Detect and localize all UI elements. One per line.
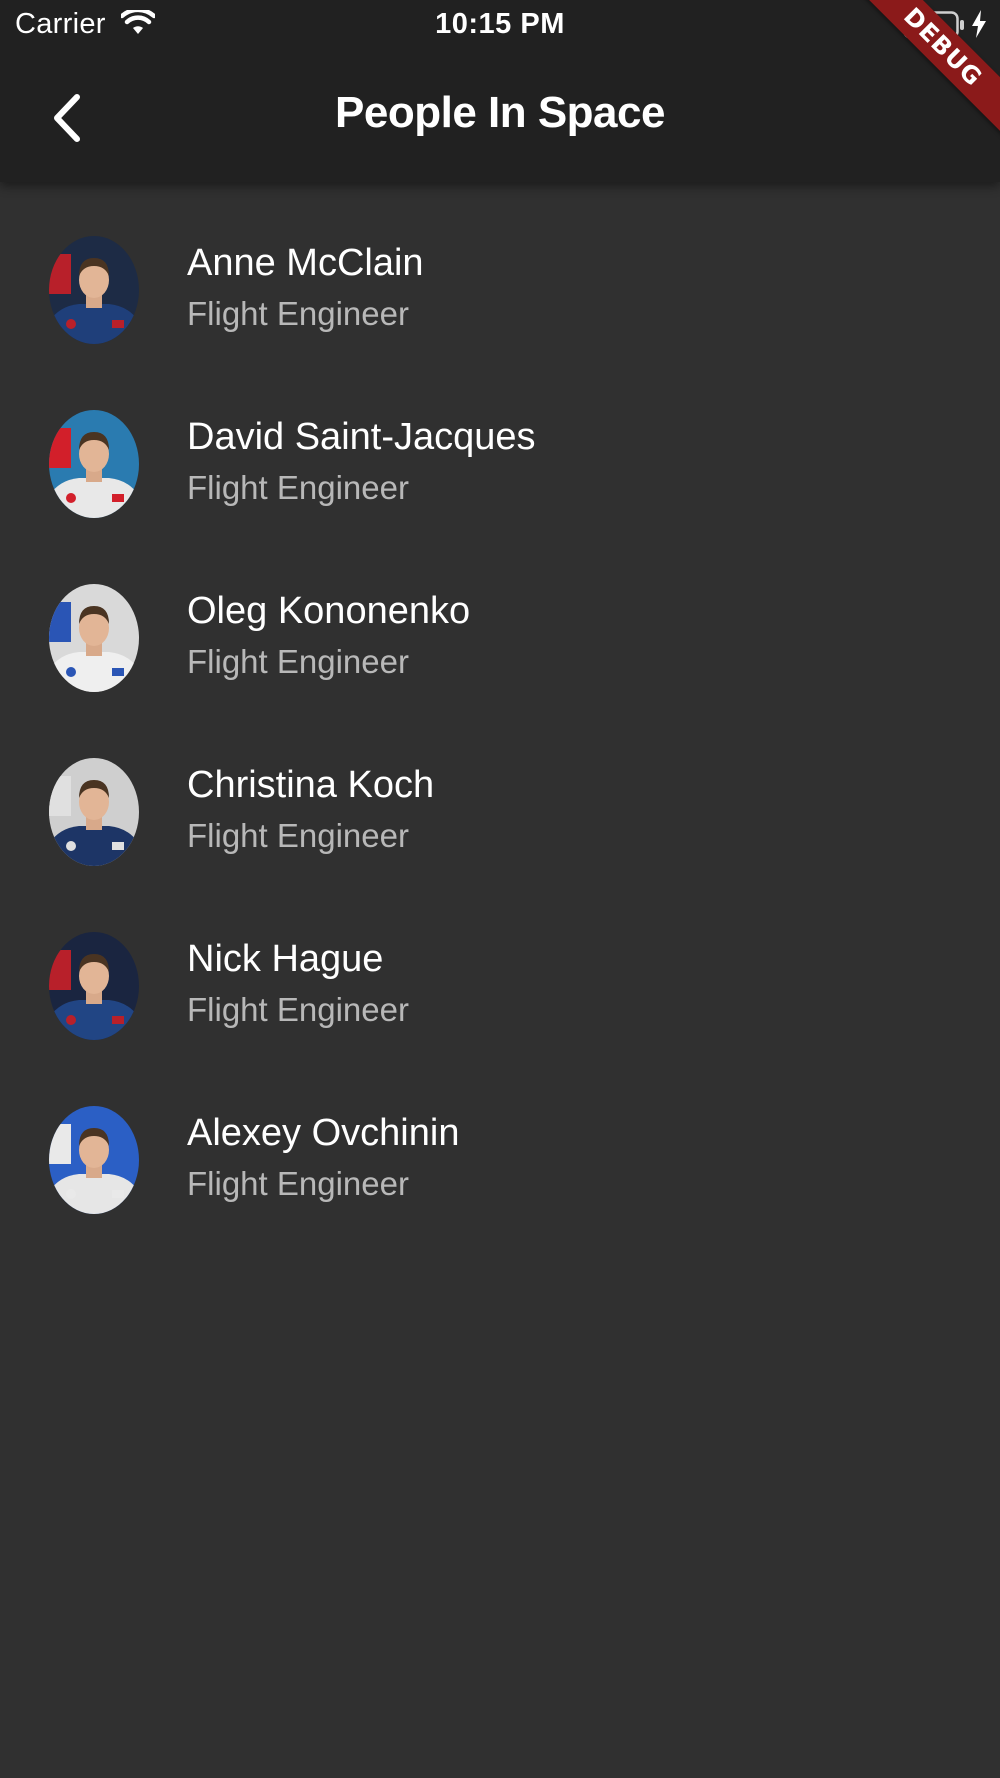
person-name: Nick Hague [187,938,384,980]
app-bar: People In Space [0,52,1000,182]
people-list: Anne McClain Flight Engineer David Saint… [0,182,1000,1226]
top-bar: Carrier 10:15 PM People In Space [0,0,1000,182]
person-name: Anne McClain [187,242,424,284]
person-role: Flight Engineer [187,817,409,854]
list-item-6[interactable]: Alexey Ovchinin Flight Engineer [0,1052,1000,1226]
person-name: Oleg Kononenko [187,590,471,632]
avatar [49,584,139,692]
person-name: David Saint-Jacques [187,416,536,458]
person-role: Flight Engineer [187,991,409,1028]
person-role: Flight Engineer [187,1165,409,1202]
person-role: Flight Engineer [187,469,409,506]
list-item-4[interactable]: Christina Koch Flight Engineer [0,704,1000,878]
avatar [49,410,139,518]
person-role: Flight Engineer [187,643,409,680]
list-item-2[interactable]: David Saint-Jacques Flight Engineer [0,356,1000,530]
page-title: People In Space [335,88,665,137]
list-item-5[interactable]: Nick Hague Flight Engineer [0,878,1000,1052]
person-name: Christina Koch [187,764,435,806]
astronaut-photo [49,1106,139,1214]
list-item-3[interactable]: Oleg Kononenko Flight Engineer [0,530,1000,704]
charging-bolt-icon [972,10,986,38]
astronaut-photo [49,236,139,344]
person-role: Flight Engineer [187,295,409,332]
avatar [49,236,139,344]
list-item-1[interactable]: Anne McClain Flight Engineer [0,182,1000,356]
astronaut-photo [49,758,139,866]
person-name: Alexey Ovchinin [187,1112,460,1154]
screen: Carrier 10:15 PM People In Space DEBUG A… [0,0,1000,1778]
astronaut-photo [49,932,139,1040]
status-bar: Carrier 10:15 PM [0,0,1000,52]
avatar [49,758,139,866]
astronaut-photo [49,584,139,692]
status-time: 10:15 PM [435,8,565,40]
avatar [49,932,139,1040]
avatar [49,1106,139,1214]
astronaut-photo [49,410,139,518]
